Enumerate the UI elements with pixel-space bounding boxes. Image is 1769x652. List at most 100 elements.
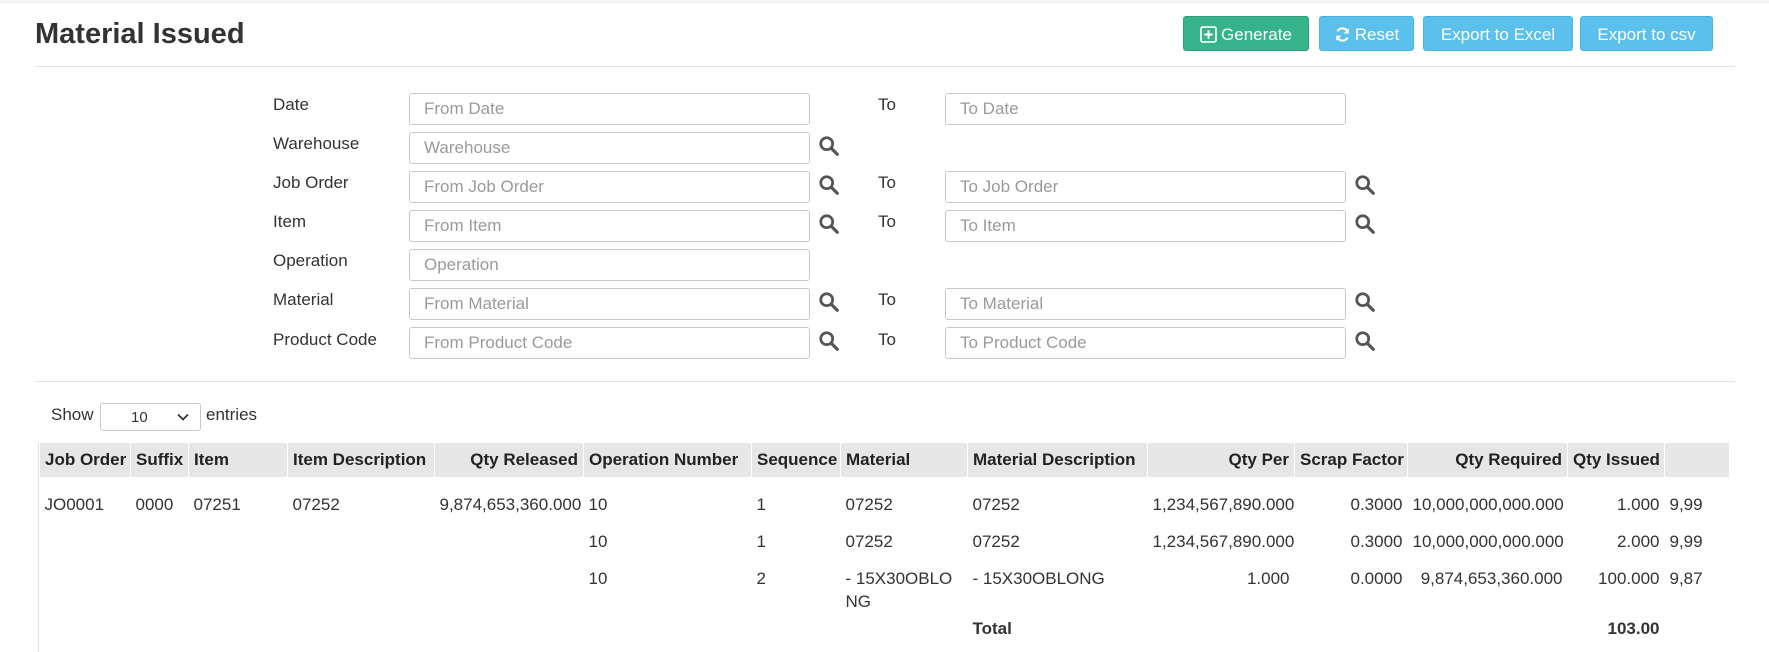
cell-qty-required: 10,000,000,000.000	[1412, 532, 1564, 551]
cell-operation-number: 10	[588, 569, 608, 588]
cell-job-order: JO0001	[44, 495, 105, 514]
cell-scrap-factor: 0.3000	[1350, 532, 1403, 551]
cell-sequence: 1	[756, 495, 766, 514]
table-header-row: Job Order Suffix Item Item Description Q…	[39, 443, 1729, 477]
col-suffix[interactable]: Suffix	[130, 443, 189, 477]
export-csv-label: Export to csv	[1597, 25, 1696, 44]
table-row[interactable]: JO0001 0000 07251 07252 9,874,653,360.00…	[40, 489, 1729, 526]
entries-label: entries	[206, 405, 258, 424]
export-csv-button[interactable]: Export to csv	[1580, 16, 1713, 51]
from-product-code-input[interactable]	[409, 327, 810, 359]
from-job-order-input[interactable]	[409, 171, 810, 203]
cell-qty-released: 9,874,653,360.000	[439, 495, 582, 514]
job-order-to-label: To	[878, 173, 896, 192]
cell-qty-issued: 1.000	[1616, 495, 1660, 514]
export-excel-button[interactable]: Export to Excel	[1423, 16, 1573, 51]
to-job-order-input[interactable]	[945, 171, 1346, 203]
cell-qty-required: 10,000,000,000.000	[1412, 495, 1564, 514]
total-value: 103.00	[1607, 619, 1660, 638]
cell-qty-per: 1.000	[1246, 569, 1290, 588]
col-qty-required[interactable]: Qty Required	[1407, 443, 1568, 477]
product-code-label: Product Code	[273, 330, 377, 349]
total-label: Total	[972, 619, 1012, 638]
col-operation-number[interactable]: Operation Number	[583, 443, 752, 477]
to-date-input[interactable]	[945, 93, 1346, 125]
cell-qty-issued: 100.000	[1598, 569, 1660, 588]
filter-divider	[35, 381, 1735, 382]
material-label: Material	[273, 290, 334, 309]
col-item[interactable]: Item	[188, 443, 288, 477]
cell-operation-number: 10	[588, 495, 608, 514]
from-material-search-icon[interactable]	[818, 291, 840, 313]
to-material-search-icon[interactable]	[1354, 291, 1376, 313]
material-to-label: To	[878, 290, 896, 309]
date-to-label: To	[878, 95, 896, 114]
reset-button[interactable]: Reset	[1319, 16, 1414, 51]
product-code-to-label: To	[878, 330, 896, 349]
col-qty-per[interactable]: Qty Per	[1147, 443, 1295, 477]
to-job-order-search-icon[interactable]	[1354, 174, 1376, 196]
col-overflow[interactable]	[1664, 443, 1729, 477]
to-material-input[interactable]	[945, 288, 1346, 320]
cell-material: 07252	[845, 495, 893, 514]
plus-square-icon	[1200, 26, 1217, 43]
warehouse-input[interactable]	[409, 132, 810, 164]
col-material-description[interactable]: Material Description	[967, 443, 1148, 477]
warehouse-label: Warehouse	[273, 134, 360, 153]
total-row: Total 103.00	[40, 613, 1729, 649]
cell-item	[189, 526, 288, 563]
col-qty-released[interactable]: Qty Released	[434, 443, 584, 477]
reset-label: Reset	[1354, 25, 1400, 44]
cell-qty-released	[435, 563, 584, 613]
col-sequence[interactable]: Sequence	[751, 443, 841, 477]
to-item-input[interactable]	[945, 210, 1346, 242]
cell-sequence: 1	[756, 532, 766, 551]
show-label: Show	[51, 405, 94, 424]
top-border	[0, 0, 1769, 3]
to-product-code-search-icon[interactable]	[1354, 330, 1376, 352]
cell-material: 07252	[845, 532, 893, 551]
page-title: Material Issued	[35, 18, 245, 50]
cell-suffix	[131, 563, 189, 613]
cell-item	[189, 563, 288, 613]
cell-material-description: 07252	[972, 532, 1020, 551]
cell-suffix	[131, 526, 189, 563]
cell-scrap-factor: 0.0000	[1350, 569, 1403, 588]
from-job-order-search-icon[interactable]	[818, 174, 840, 196]
from-material-input[interactable]	[409, 288, 810, 320]
col-qty-issued[interactable]: Qty Issued	[1567, 443, 1665, 477]
cell-operation-number: 10	[588, 532, 608, 551]
col-job-order[interactable]: Job Order	[39, 443, 131, 477]
from-item-search-icon[interactable]	[818, 213, 840, 235]
cell-overflow: 9,99	[1669, 495, 1703, 514]
cell-scrap-factor: 0.3000	[1350, 495, 1403, 514]
generate-label: Generate	[1221, 25, 1292, 44]
from-product-code-search-icon[interactable]	[818, 330, 840, 352]
generate-button[interactable]: Generate	[1183, 16, 1309, 51]
page-length-value: 10	[131, 409, 148, 426]
col-scrap-factor[interactable]: Scrap Factor	[1294, 443, 1408, 477]
cell-item-description	[288, 563, 435, 613]
col-material[interactable]: Material	[840, 443, 968, 477]
from-date-input[interactable]	[409, 93, 810, 125]
operation-input[interactable]	[409, 249, 810, 281]
page-length-select[interactable]: 10	[100, 403, 201, 431]
table-row[interactable]: 10 2 - 15X30OBLONG - 15X30OBLONG 1.000 0…	[40, 563, 1729, 613]
to-item-search-icon[interactable]	[1354, 213, 1376, 235]
to-product-code-input[interactable]	[945, 327, 1346, 359]
cell-material: - 15X30OBLONG	[845, 569, 953, 611]
export-excel-label: Export to Excel	[1440, 25, 1556, 44]
cell-overflow: 9,99	[1669, 532, 1703, 551]
item-to-label: To	[878, 212, 896, 231]
job-order-label: Job Order	[273, 173, 349, 192]
cell-job-order	[40, 526, 131, 563]
warehouse-search-icon[interactable]	[818, 135, 840, 157]
from-item-input[interactable]	[409, 210, 810, 242]
results-table: Job Order Suffix Item Item Description Q…	[39, 443, 1729, 649]
cell-qty-issued: 2.000	[1616, 532, 1660, 551]
cell-material-description: 07252	[972, 495, 1020, 514]
operation-label: Operation	[273, 251, 348, 270]
chevron-down-icon	[177, 413, 189, 421]
table-row[interactable]: 10 1 07252 07252 1,234,567,890.000 0.300…	[40, 526, 1729, 563]
col-item-description[interactable]: Item Description	[287, 443, 435, 477]
